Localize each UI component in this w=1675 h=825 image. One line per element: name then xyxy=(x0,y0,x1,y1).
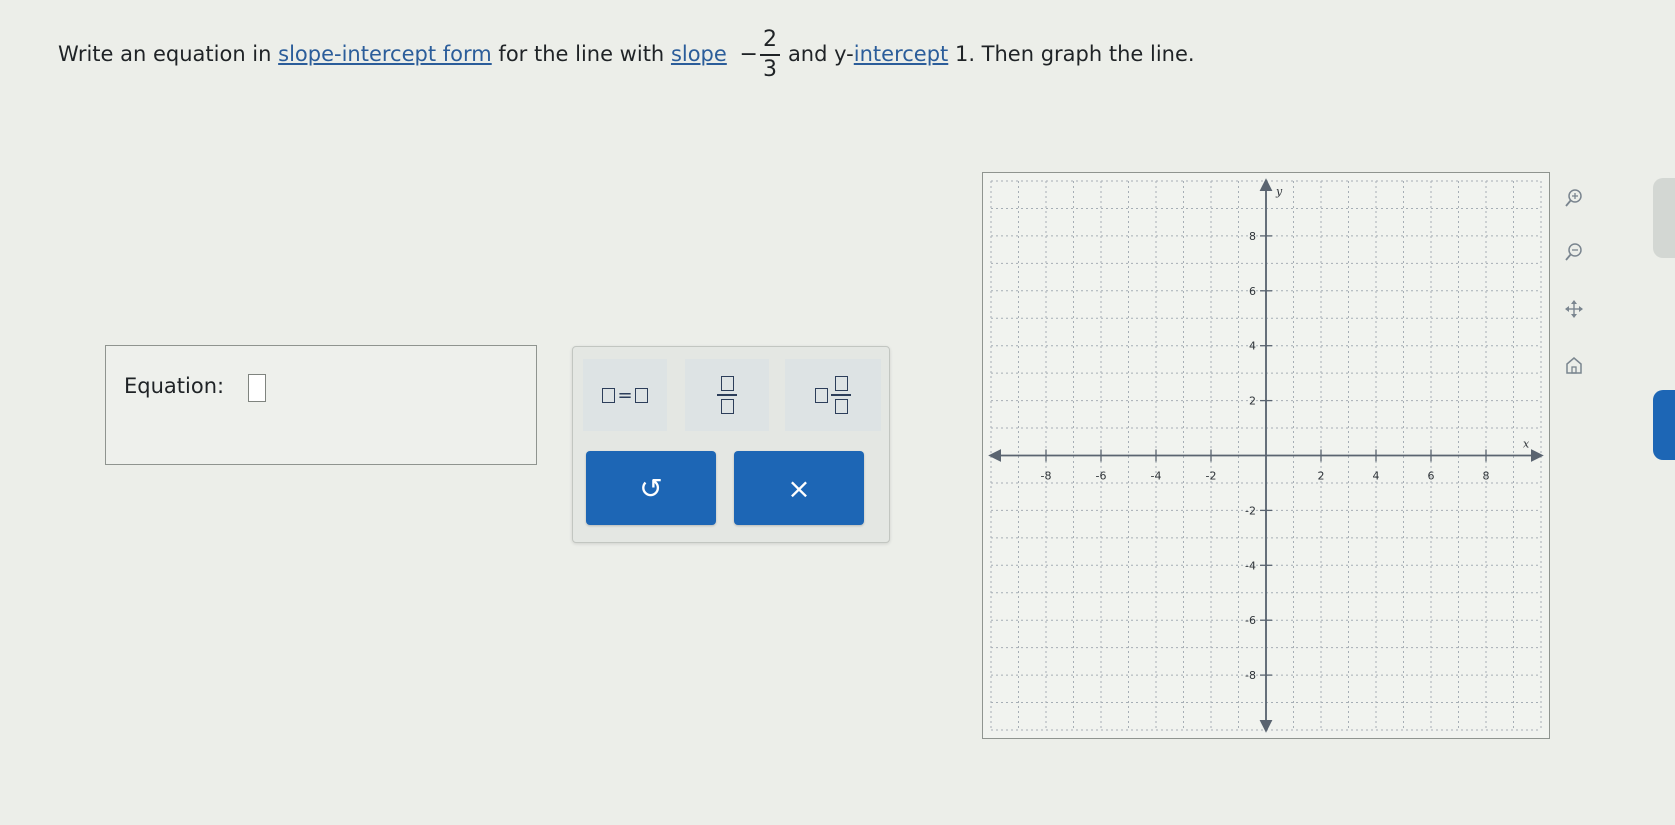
question-prompt: Write an equation in slope-intercept for… xyxy=(58,26,1438,84)
x-tick-label: -6 xyxy=(1096,470,1107,483)
equals-template-button[interactable]: = xyxy=(583,359,667,431)
side-panel-tab-blue[interactable] xyxy=(1653,390,1675,460)
y-tick-label: -8 xyxy=(1245,669,1256,682)
undo-button[interactable]: ↺ xyxy=(586,451,716,525)
x-tick-label: 6 xyxy=(1428,470,1435,483)
slope-link[interactable]: slope xyxy=(671,42,727,66)
x-tick-label: 8 xyxy=(1483,470,1490,483)
y-tick-label: -2 xyxy=(1245,504,1256,517)
mixed-number-icon xyxy=(815,376,851,414)
clear-icon: × xyxy=(787,471,811,505)
slope-numerator: 2 xyxy=(759,26,780,56)
prompt-text-and-y: and y- xyxy=(787,42,854,66)
fraction-template-button[interactable] xyxy=(685,359,769,431)
side-panel-tab-top[interactable] xyxy=(1653,178,1675,258)
slope-fraction: 23 xyxy=(759,26,780,84)
box-equals-box-icon: = xyxy=(602,385,648,406)
x-tick-label: 4 xyxy=(1373,470,1380,483)
graph-canvas[interactable]: -8 -6 -4 -2 2 4 6 8 8 6 4 2 -2 -4 -6 -8 x y xyxy=(983,173,1549,738)
y-tick-label: 6 xyxy=(1249,285,1256,298)
y-tick-label: -6 xyxy=(1245,614,1256,627)
undo-icon: ↺ xyxy=(639,471,663,505)
fraction-icon xyxy=(717,376,737,414)
x-axis-label: x xyxy=(1523,438,1530,451)
intercept-link[interactable]: intercept xyxy=(854,42,949,66)
home-icon[interactable] xyxy=(1562,354,1586,378)
y-axis-label: y xyxy=(1275,185,1283,198)
mixed-number-template-button[interactable] xyxy=(785,359,881,431)
slope-intercept-form-link[interactable]: slope-intercept form xyxy=(278,42,492,66)
clear-button[interactable]: × xyxy=(734,451,864,525)
equation-answer-panel: Equation: xyxy=(105,345,537,465)
slope-denominator: 3 xyxy=(762,57,777,82)
equation-label: Equation: xyxy=(124,374,225,398)
prompt-text-end: 1. Then graph the line. xyxy=(954,42,1195,66)
equation-input[interactable] xyxy=(248,374,266,402)
y-tick-label: 8 xyxy=(1249,230,1256,243)
zoom-in-icon[interactable] xyxy=(1562,186,1586,210)
pan-icon[interactable] xyxy=(1562,297,1586,321)
x-tick-label: -8 xyxy=(1041,470,1052,483)
prompt-text-start: Write an equation in xyxy=(58,42,272,66)
prompt-text-mid: for the line with xyxy=(498,42,665,66)
zoom-out-icon[interactable] xyxy=(1562,240,1586,264)
y-tick-label: -4 xyxy=(1245,559,1256,572)
x-tick-label: 2 xyxy=(1318,470,1325,483)
slope-sign: − xyxy=(739,42,758,67)
x-tick-label: -4 xyxy=(1151,470,1162,483)
coordinate-graph[interactable]: -8 -6 -4 -2 2 4 6 8 8 6 4 2 -2 -4 -6 -8 x y xyxy=(982,172,1550,739)
y-tick-label: 2 xyxy=(1249,395,1256,408)
math-palette: = ↺ × xyxy=(572,346,890,543)
y-tick-label: 4 xyxy=(1249,340,1256,353)
x-tick-label: -2 xyxy=(1206,470,1217,483)
